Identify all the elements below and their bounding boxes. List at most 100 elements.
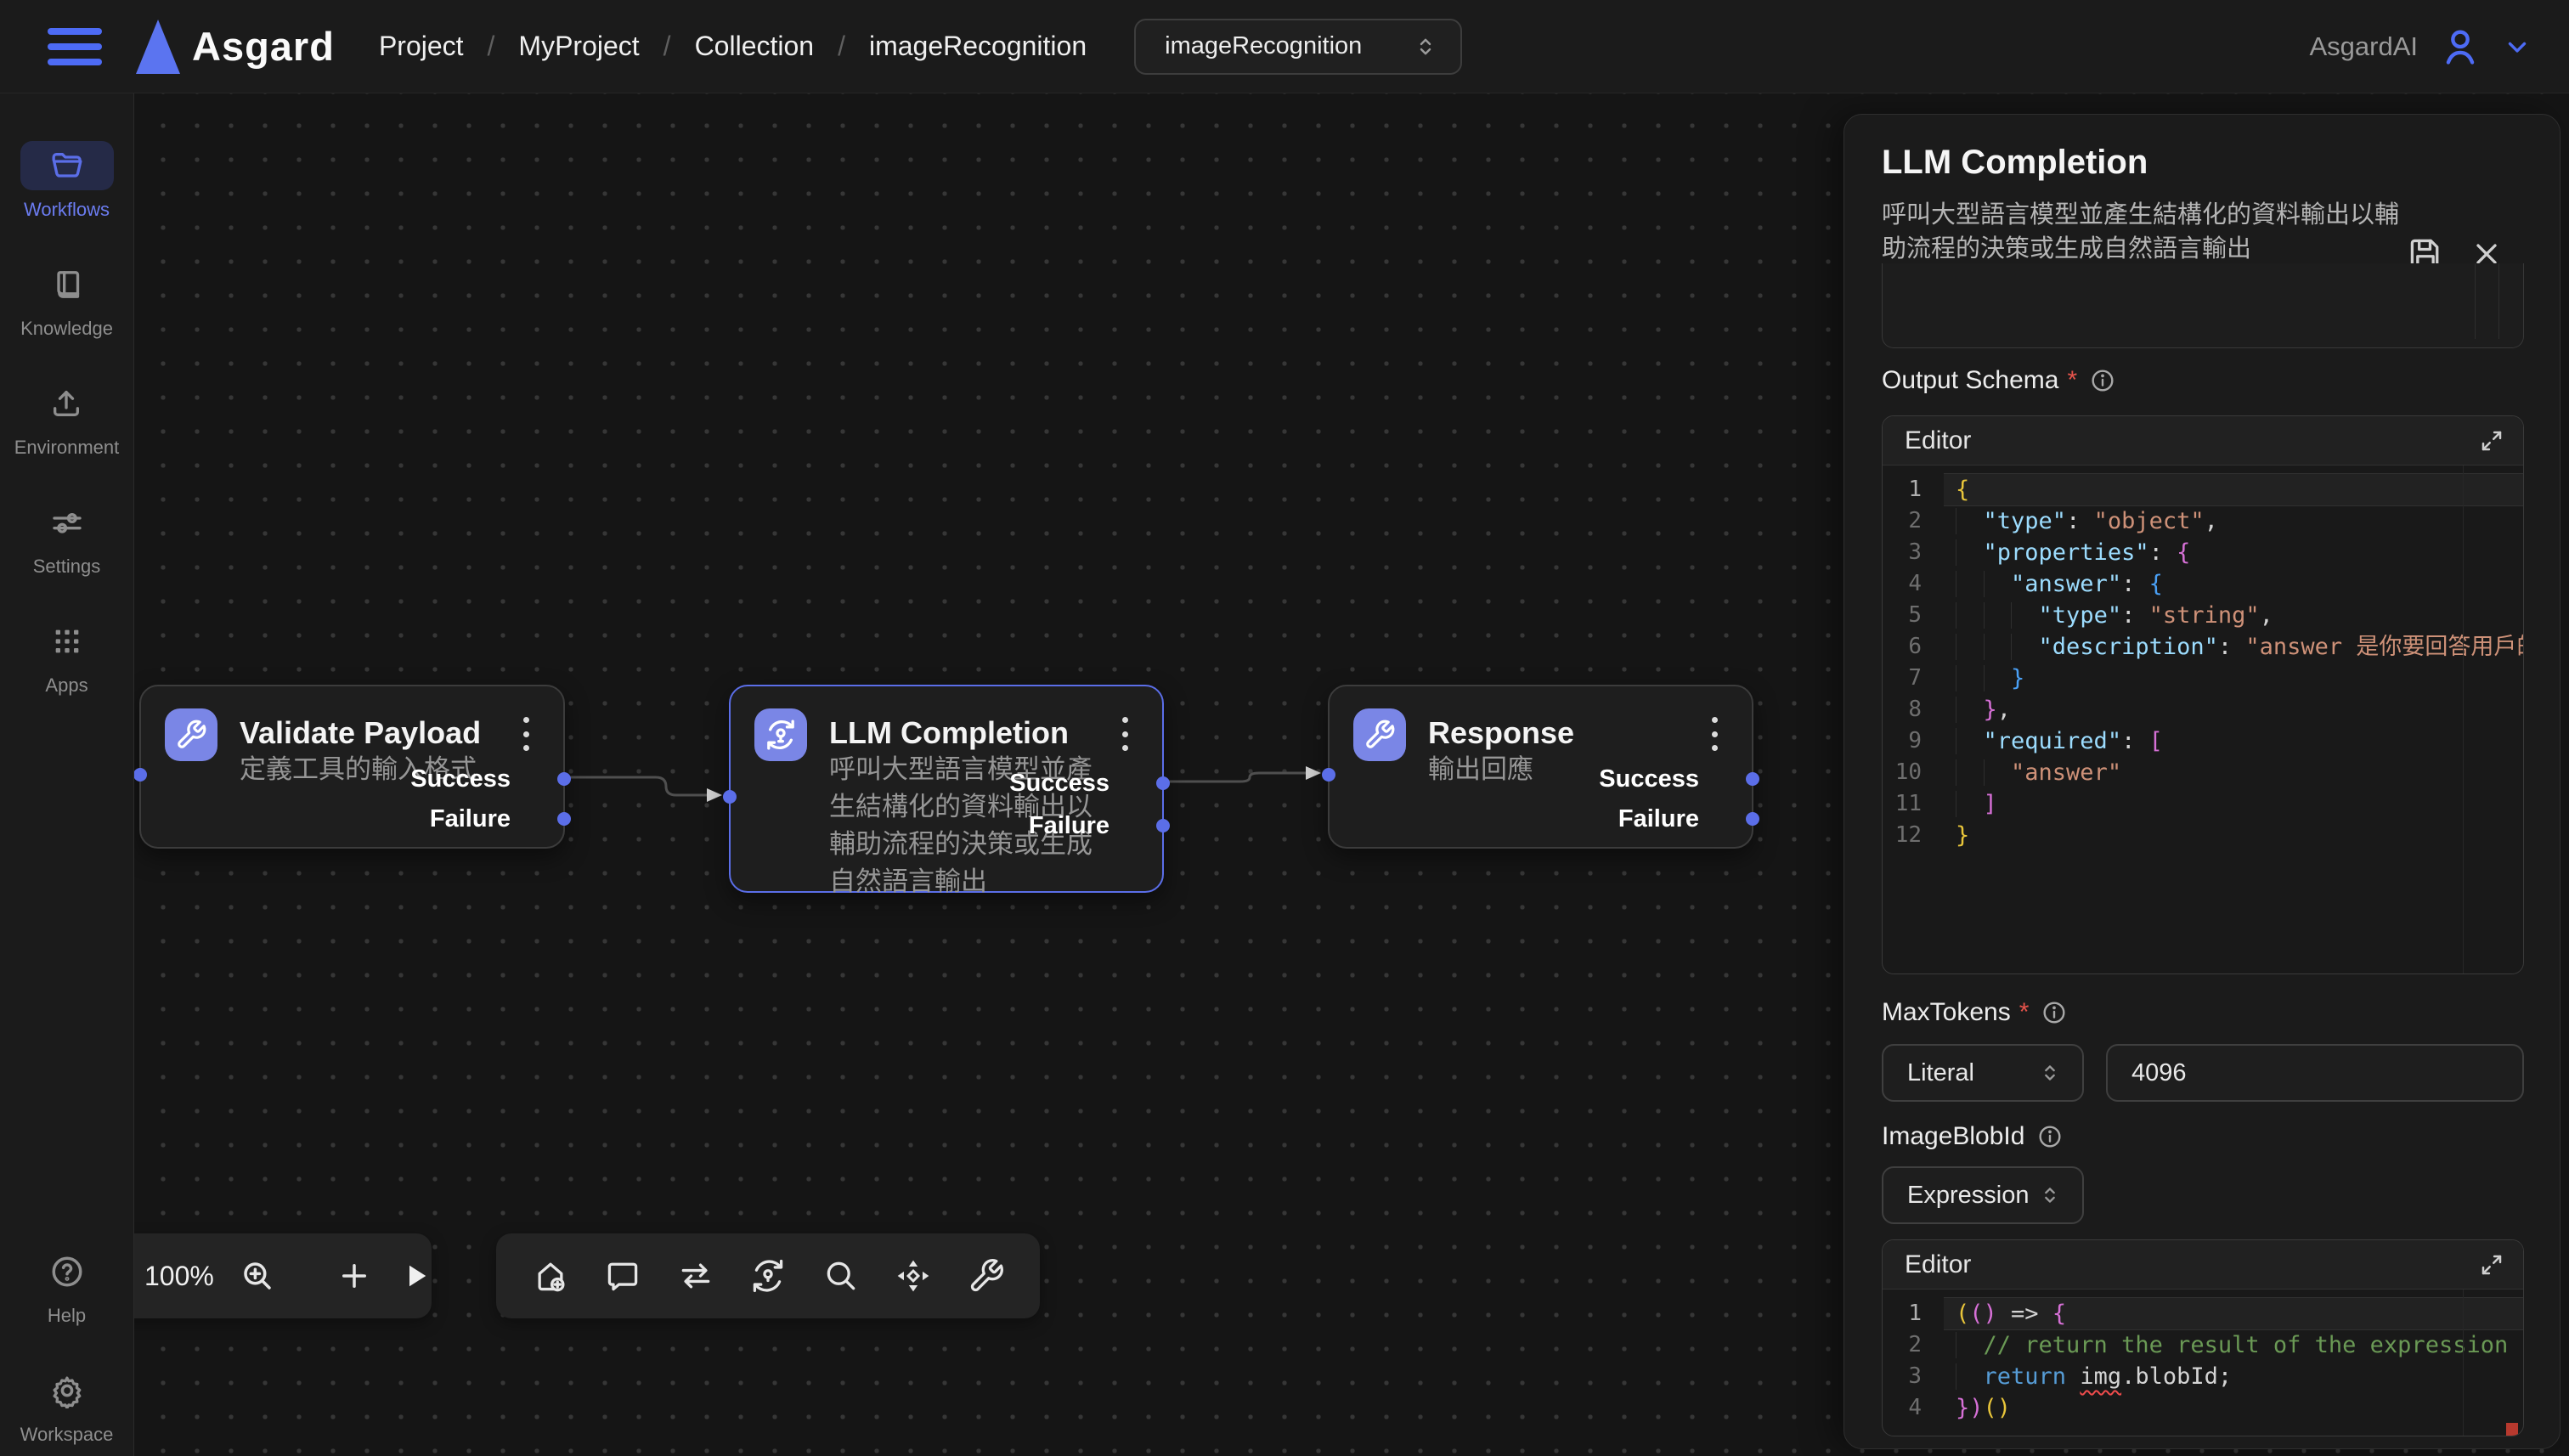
required-asterisk: * — [2019, 998, 2030, 1027]
expression-editor: Editor 1(() => {2 // return the result o… — [1882, 1239, 2524, 1436]
add-icon[interactable] — [336, 1258, 372, 1294]
code-line: 7 } — [1883, 663, 2523, 694]
workflow-selector-value: imageRecognition — [1165, 32, 1362, 60]
sidebar-label: Environment — [14, 437, 120, 459]
tools-icon[interactable] — [968, 1257, 1005, 1295]
editor-header: Editor — [1883, 1240, 2523, 1290]
run-icon[interactable] — [398, 1258, 433, 1294]
wrench-icon — [175, 719, 207, 751]
code-area[interactable]: 1{2 "type": "object",3 "properties": {4 … — [1883, 466, 2523, 973]
menu-icon[interactable] — [48, 28, 102, 65]
port-failure-dot[interactable] — [557, 812, 571, 826]
app-root: Asgard Project / MyProject / Collection … — [0, 0, 2569, 1456]
node-llm-completion[interactable]: LLM Completion 呼叫大型語言模型並產生結構化的資料輸出以輔助流程的… — [729, 685, 1164, 893]
expand-icon[interactable] — [2479, 1252, 2504, 1278]
user-name: AsgardAI — [2309, 31, 2418, 62]
top-header: Asgard Project / MyProject / Collection … — [0, 0, 2569, 93]
sidebar-item-environment[interactable]: Environment — [14, 379, 120, 459]
code-line: 3 "properties": { — [1883, 537, 2523, 568]
node-title: LLM Completion — [829, 715, 1069, 751]
sidebar-item-workspace[interactable]: Workspace — [20, 1366, 114, 1446]
sidebar-item-help[interactable]: Help — [20, 1247, 114, 1327]
image-blob-id-mode-select[interactable]: Expression — [1882, 1166, 2084, 1224]
chevron-updown-icon — [2038, 1061, 2062, 1085]
port-input-dot[interactable] — [133, 768, 147, 782]
editor-title: Editor — [1905, 426, 2479, 455]
info-icon[interactable] — [2041, 999, 2068, 1026]
expand-icon[interactable] — [2479, 428, 2504, 454]
code-line: 5 "type": "string", — [1883, 600, 2523, 631]
chevron-down-icon[interactable] — [2503, 32, 2532, 61]
breadcrumb-separator: / — [488, 31, 495, 62]
code-line: 3 return img.blobId; — [1883, 1361, 2523, 1392]
llm-refresh-icon — [764, 718, 798, 752]
book-icon — [50, 268, 84, 302]
node-title: Response — [1428, 715, 1574, 751]
node-menu-icon[interactable] — [1699, 712, 1730, 756]
port-success-label: Success — [1599, 765, 1699, 793]
node-validate-payload[interactable]: Validate Payload 定義工具的輸入格式 Success Failu… — [139, 685, 565, 849]
breadcrumb-myproject[interactable]: MyProject — [518, 31, 639, 62]
port-success-label: Success — [1009, 770, 1109, 798]
swap-connections-icon[interactable] — [677, 1257, 714, 1295]
comment-icon[interactable] — [604, 1257, 641, 1295]
panel-title: LLM Completion — [1882, 144, 2148, 182]
port-success-dot[interactable] — [1746, 772, 1759, 786]
auto-layout-icon[interactable] — [895, 1257, 932, 1295]
port-input-dot[interactable] — [1322, 768, 1335, 782]
port-failure-dot[interactable] — [1746, 812, 1759, 826]
code-line: 8 }, — [1883, 694, 2523, 725]
sidebar-item-apps[interactable]: Apps — [20, 617, 114, 697]
node-title: Validate Payload — [240, 715, 481, 751]
editor-title: Editor — [1905, 1250, 2479, 1279]
port-failure-dot[interactable] — [1156, 819, 1170, 832]
header-right: AsgardAI — [2309, 25, 2532, 69]
port-failure-label: Failure — [430, 805, 511, 833]
help-circle-icon — [49, 1254, 85, 1290]
info-icon[interactable] — [2089, 367, 2116, 394]
triangle-logo-icon — [136, 20, 180, 74]
sidebar-item-settings[interactable]: Settings — [20, 498, 114, 578]
code-line: 1(() => { — [1883, 1298, 2523, 1329]
max-tokens-mode-select[interactable]: Literal — [1882, 1044, 2084, 1102]
info-icon[interactable] — [2036, 1123, 2064, 1150]
sidebar-item-knowledge[interactable]: Knowledge — [20, 260, 114, 340]
breadcrumb-project[interactable]: Project — [379, 31, 464, 62]
add-node-icon[interactable] — [532, 1257, 569, 1295]
scrolled-field-partial[interactable] — [1882, 263, 2524, 348]
node-config-panel: LLM Completion 呼叫大型語言模型並產生結構化的資料輸出以輔助流程的… — [1843, 114, 2561, 1449]
code-line: 2 "type": "object", — [1883, 505, 2523, 537]
max-tokens-input[interactable]: 4096 — [2106, 1044, 2524, 1102]
node-menu-icon[interactable] — [1109, 712, 1140, 756]
user-avatar-icon[interactable] — [2438, 25, 2482, 69]
chevron-updown-icon — [1413, 34, 1438, 59]
sidebar-label: Workspace — [20, 1424, 114, 1446]
node-menu-icon[interactable] — [511, 712, 541, 756]
code-area[interactable]: 1(() => {2 // return the result of the e… — [1883, 1290, 2523, 1436]
sidebar-label: Settings — [33, 556, 101, 578]
node-response[interactable]: Response 輸出回應 Success Failure — [1328, 685, 1753, 849]
grid-icon — [50, 624, 84, 658]
sidebar-label: Apps — [45, 674, 88, 697]
workflow-selector[interactable]: imageRecognition — [1134, 19, 1462, 75]
sidebar-item-workflows[interactable]: Workflows — [20, 141, 114, 221]
logo-text: Asgard — [192, 23, 335, 70]
chevron-updown-icon — [2038, 1183, 2062, 1207]
search-icon[interactable] — [822, 1257, 860, 1295]
breadcrumb-separator: / — [838, 31, 845, 62]
llm-refresh-icon[interactable] — [749, 1257, 787, 1295]
zoom-level: 100% — [144, 1261, 214, 1292]
port-input-dot[interactable] — [723, 790, 737, 804]
editor-header: Editor — [1883, 416, 2523, 466]
image-blob-id-label: ImageBlobId — [1882, 1122, 2064, 1151]
output-schema-editor: Editor 1{2 "type": "object",3 "propertie… — [1882, 415, 2524, 974]
port-success-dot[interactable] — [557, 772, 571, 786]
breadcrumb-workflow[interactable]: imageRecognition — [869, 31, 1087, 62]
breadcrumb-collection[interactable]: Collection — [695, 31, 815, 62]
app-logo: Asgard — [136, 20, 335, 74]
zoom-in-icon[interactable] — [240, 1258, 275, 1294]
gear-icon — [49, 1373, 85, 1408]
select-value: Literal — [1907, 1059, 1974, 1087]
port-success-dot[interactable] — [1156, 776, 1170, 790]
sliders-icon — [50, 505, 84, 539]
